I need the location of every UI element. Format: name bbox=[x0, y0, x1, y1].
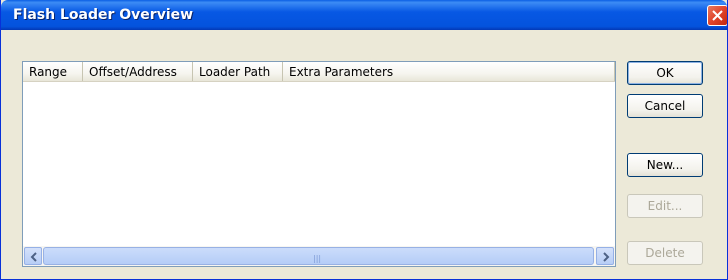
horizontal-scrollbar[interactable]: ||| bbox=[23, 246, 615, 266]
close-icon bbox=[712, 10, 723, 21]
chevron-left-icon bbox=[30, 252, 37, 262]
column-header-loader-path[interactable]: Loader Path bbox=[193, 62, 283, 81]
close-button[interactable] bbox=[707, 5, 727, 26]
cancel-button[interactable]: Cancel bbox=[627, 94, 703, 118]
list-header: Range Offset/Address Loader Path Extra P… bbox=[23, 62, 615, 82]
flash-loader-list[interactable]: Range Offset/Address Loader Path Extra P… bbox=[22, 61, 616, 267]
title-bar[interactable]: Flash Loader Overview bbox=[1, 0, 727, 30]
ok-button[interactable]: OK bbox=[627, 61, 703, 85]
scroll-left-button[interactable] bbox=[24, 247, 42, 265]
flash-loader-overview-dialog: Flash Loader Overview Range Offset/Addre… bbox=[0, 0, 728, 280]
chevron-right-icon bbox=[603, 252, 610, 262]
edit-button[interactable]: Edit... bbox=[627, 194, 703, 218]
grip-icon: ||| bbox=[313, 254, 322, 263]
delete-button[interactable]: Delete bbox=[627, 241, 703, 265]
column-header-offset-address[interactable]: Offset/Address bbox=[83, 62, 193, 81]
new-button[interactable]: New... bbox=[627, 153, 703, 177]
column-header-range[interactable]: Range bbox=[23, 62, 83, 81]
column-header-extra-parameters[interactable]: Extra Parameters bbox=[283, 62, 615, 81]
window-title: Flash Loader Overview bbox=[13, 7, 194, 23]
scroll-right-button[interactable] bbox=[596, 247, 614, 265]
scroll-thumb[interactable]: ||| bbox=[43, 247, 594, 265]
list-body[interactable] bbox=[23, 82, 615, 246]
